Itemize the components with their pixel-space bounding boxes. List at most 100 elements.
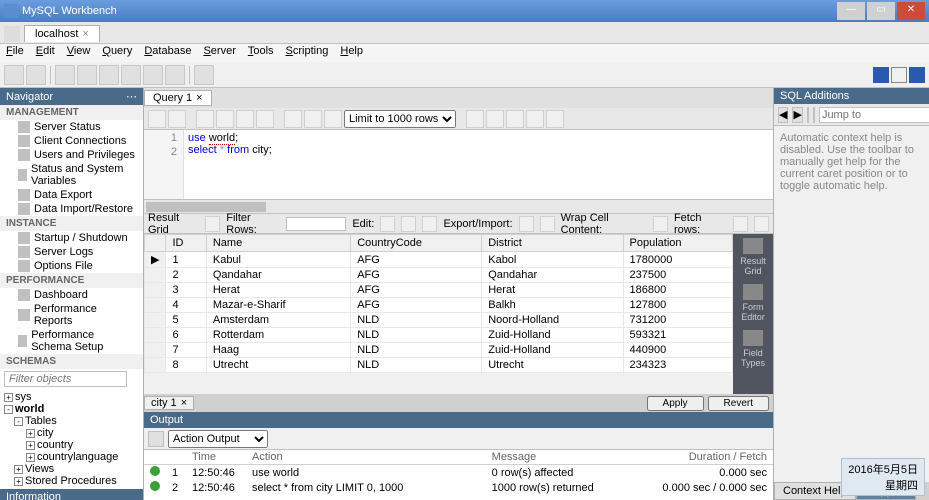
menu-database[interactable]: Database bbox=[144, 45, 191, 61]
tool-icon[interactable] bbox=[99, 65, 119, 85]
apply-button[interactable]: Apply bbox=[647, 396, 704, 411]
menu-edit[interactable]: Edit bbox=[36, 45, 55, 61]
fetch-icon[interactable] bbox=[754, 216, 769, 232]
result-tab[interactable]: city 1× bbox=[144, 396, 194, 410]
new-sql-icon[interactable] bbox=[4, 65, 24, 85]
col-countrycode[interactable]: CountryCode bbox=[351, 235, 482, 252]
explain-icon[interactable] bbox=[236, 110, 254, 128]
output-grid[interactable]: TimeActionMessageDuration / Fetch 112:50… bbox=[144, 450, 773, 500]
commit-icon[interactable] bbox=[284, 110, 302, 128]
table-row[interactable]: ▶1KabulAFGKabol1780000 bbox=[145, 252, 733, 268]
sidebar-item-startup[interactable]: Startup / Shutdown bbox=[0, 231, 143, 245]
sql-editor[interactable]: 12 use world; select * from city; bbox=[144, 130, 773, 200]
tree-item-country[interactable]: +country bbox=[4, 439, 139, 451]
sidebar-item-logs[interactable]: Server Logs bbox=[0, 245, 143, 259]
menu-view[interactable]: View bbox=[67, 45, 91, 61]
tool-icon[interactable] bbox=[77, 65, 97, 85]
filter-rows-input[interactable] bbox=[286, 217, 346, 231]
tree-item-sys[interactable]: +sys bbox=[4, 391, 139, 403]
sidebar-item-status-vars[interactable]: Status and System Variables bbox=[0, 162, 143, 188]
collapse-icon[interactable]: - bbox=[4, 405, 13, 414]
table-row[interactable]: 5AmsterdamNLDNoord-Holland731200 bbox=[145, 313, 733, 328]
expand-icon[interactable]: + bbox=[26, 429, 35, 438]
sidebar-item-server-status[interactable]: Server Status bbox=[0, 120, 143, 134]
output-row[interactable]: 212:50:46select * from city LIMIT 0, 100… bbox=[144, 480, 773, 495]
sidebar-item-perf-schema[interactable]: Performance Schema Setup bbox=[0, 328, 143, 354]
col-district[interactable]: District bbox=[482, 235, 623, 252]
home-icon[interactable] bbox=[4, 26, 20, 42]
menu-scripting[interactable]: Scripting bbox=[286, 45, 329, 61]
result-grid-button[interactable]: Result Grid bbox=[738, 238, 768, 276]
save-icon[interactable] bbox=[168, 110, 186, 128]
tool-icon[interactable] bbox=[121, 65, 141, 85]
wrap-icon[interactable] bbox=[653, 216, 668, 232]
sidebar-item-options[interactable]: Options File bbox=[0, 259, 143, 273]
expand-icon[interactable]: + bbox=[14, 465, 23, 474]
menu-query[interactable]: Query bbox=[102, 45, 132, 61]
table-row[interactable]: 3HeratAFGHerat186800 bbox=[145, 283, 733, 298]
tool-icon[interactable] bbox=[506, 110, 524, 128]
table-row[interactable]: 8UtrechtNLDUtrecht234323 bbox=[145, 358, 733, 373]
autocommit-icon[interactable] bbox=[324, 110, 342, 128]
tool-icon[interactable] bbox=[194, 65, 214, 85]
expand-icon[interactable]: + bbox=[14, 477, 23, 486]
scroll-thumb[interactable] bbox=[146, 202, 266, 212]
filter-objects-input[interactable] bbox=[4, 371, 127, 387]
tool-icon[interactable] bbox=[807, 107, 809, 123]
panel-toggle-icon[interactable] bbox=[909, 67, 925, 83]
connection-tab[interactable]: localhost × bbox=[24, 25, 100, 42]
execute-icon[interactable] bbox=[196, 110, 214, 128]
minimize-button[interactable]: — bbox=[837, 2, 865, 20]
close-button[interactable]: ✕ bbox=[897, 2, 925, 20]
jump-to-input[interactable] bbox=[819, 107, 929, 123]
sidebar-item-data-export[interactable]: Data Export bbox=[0, 188, 143, 202]
panel-ctrl-icon[interactable]: ⋯ bbox=[126, 90, 137, 103]
query-tab[interactable]: Query 1 × bbox=[144, 90, 212, 106]
field-types-button[interactable]: Field Types bbox=[738, 330, 768, 368]
edit-icon[interactable] bbox=[380, 216, 395, 232]
sidebar-item-dashboard[interactable]: Dashboard bbox=[0, 288, 143, 302]
sidebar-item-data-import[interactable]: Data Import/Restore bbox=[0, 202, 143, 216]
menu-server[interactable]: Server bbox=[203, 45, 235, 61]
open-icon[interactable] bbox=[148, 110, 166, 128]
fetch-icon[interactable] bbox=[733, 216, 748, 232]
forward-icon[interactable]: ▶ bbox=[792, 107, 802, 123]
back-icon[interactable]: ◀ bbox=[778, 107, 788, 123]
export-icon[interactable] bbox=[519, 216, 534, 232]
tree-item-stored-procedures[interactable]: +Stored Procedures bbox=[4, 475, 139, 487]
tool-icon[interactable] bbox=[143, 65, 163, 85]
search-icon[interactable] bbox=[526, 110, 544, 128]
menu-help[interactable]: Help bbox=[340, 45, 363, 61]
beautify-icon[interactable] bbox=[466, 110, 484, 128]
tool-icon[interactable] bbox=[813, 107, 815, 123]
panel-toggle-icon[interactable] bbox=[891, 67, 907, 83]
output-mode-select[interactable]: Action Output bbox=[168, 430, 268, 448]
tool-icon[interactable] bbox=[55, 65, 75, 85]
maximize-button[interactable]: ▭ bbox=[867, 2, 895, 20]
menu-tools[interactable]: Tools bbox=[248, 45, 274, 61]
table-row[interactable]: 4Mazar-e-SharifAFGBalkh127800 bbox=[145, 298, 733, 313]
panel-toggle-icon[interactable] bbox=[873, 67, 889, 83]
revert-button[interactable]: Revert bbox=[708, 396, 769, 411]
new-tab-icon[interactable] bbox=[26, 65, 46, 85]
table-row[interactable]: 7HaagNLDZuid-Holland440900 bbox=[145, 343, 733, 358]
tree-item-countrylanguage[interactable]: +countrylanguage bbox=[4, 451, 139, 463]
sidebar-item-users[interactable]: Users and Privileges bbox=[0, 148, 143, 162]
col-population[interactable]: Population bbox=[623, 235, 732, 252]
import-icon[interactable] bbox=[540, 216, 555, 232]
col-name[interactable]: Name bbox=[206, 235, 350, 252]
tool-icon[interactable] bbox=[486, 110, 504, 128]
edit-icon[interactable] bbox=[401, 216, 416, 232]
tool-icon[interactable] bbox=[165, 65, 185, 85]
tree-item-city[interactable]: +city bbox=[4, 427, 139, 439]
form-editor-button[interactable]: Form Editor bbox=[738, 284, 768, 322]
tree-item-world[interactable]: -world bbox=[4, 403, 139, 415]
output-row[interactable]: 112:50:46use world0 row(s) affected0.000… bbox=[144, 465, 773, 481]
expand-icon[interactable]: + bbox=[26, 453, 35, 462]
output-icon[interactable] bbox=[148, 431, 164, 447]
close-icon[interactable]: × bbox=[196, 92, 202, 104]
code-area[interactable]: use world; select * from city; bbox=[184, 130, 773, 199]
rollback-icon[interactable] bbox=[304, 110, 322, 128]
expand-icon[interactable]: + bbox=[4, 393, 13, 402]
sidebar-item-client-connections[interactable]: Client Connections bbox=[0, 134, 143, 148]
